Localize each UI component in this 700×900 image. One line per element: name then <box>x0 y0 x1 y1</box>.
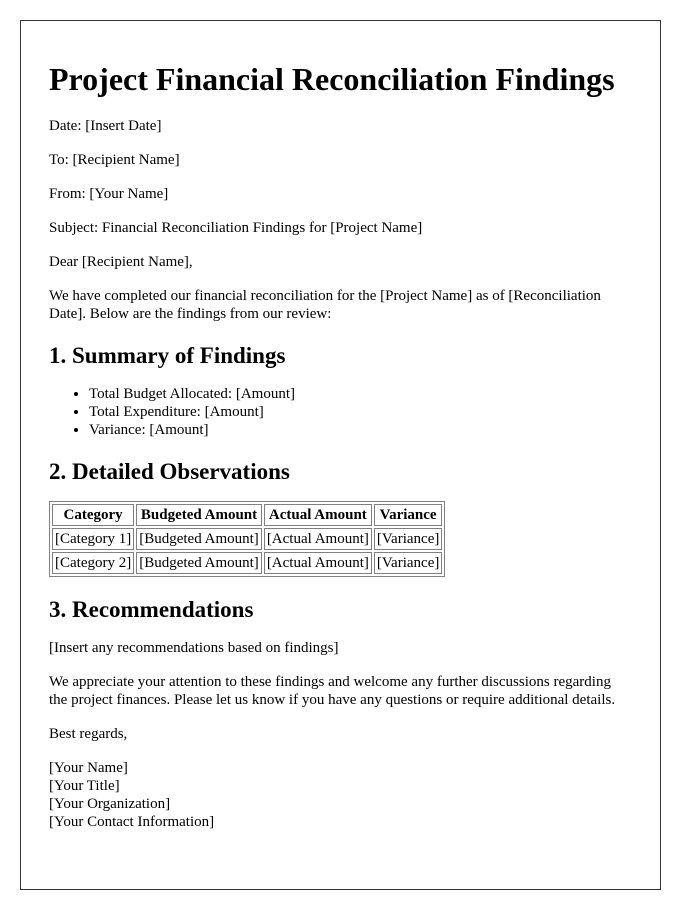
to-line: To: [Recipient Name] <box>49 152 180 168</box>
table-header-row: Category Budgeted Amount Actual Amount V… <box>52 504 443 526</box>
table-cell: [Budgeted Amount] <box>136 552 262 574</box>
intro-paragraph: We have completed our financial reconcil… <box>49 288 601 322</box>
column-header: Category <box>52 504 135 526</box>
summary-heading: 1. Summary of Findings <box>49 343 286 368</box>
table-cell: [Budgeted Amount] <box>136 528 262 550</box>
from-line: From: [Your Name] <box>49 186 169 202</box>
list-item: Total Expenditure: [Amount] <box>89 403 632 421</box>
date-line: Date: [Insert Date] <box>49 118 162 134</box>
table-cell: [Category 1] <box>52 528 135 550</box>
summary-list: Total Budget Allocated: [Amount] Total E… <box>49 385 632 439</box>
column-header: Variance <box>373 504 443 526</box>
signature-contact: [Your Contact Information] <box>49 814 215 830</box>
table-cell: [Variance] <box>373 552 443 574</box>
column-header: Budgeted Amount <box>136 504 262 526</box>
signature-title: [Your Title] <box>49 778 120 794</box>
recommendations-text: [Insert any recommendations based on fin… <box>49 640 339 656</box>
table-cell: [Category 2] <box>52 552 135 574</box>
table-row: [Category 2] [Budgeted Amount] [Actual A… <box>52 552 443 574</box>
signature-block: [Your Name] [Your Title] [Your Organizat… <box>49 759 632 831</box>
letter: Project Financial Reconciliation Finding… <box>20 20 661 890</box>
page-title: Project Financial Reconciliation Finding… <box>49 61 615 97</box>
recommendations-heading: 3. Recommendations <box>49 597 254 622</box>
observations-heading: 2. Detailed Observations <box>49 459 290 484</box>
closing-paragraph: We appreciate your attention to these fi… <box>49 674 616 708</box>
signature-name: [Your Name] <box>49 760 128 776</box>
table-cell: [Actual Amount] <box>263 552 372 574</box>
observations-table: Category Budgeted Amount Actual Amount V… <box>49 501 446 577</box>
column-header: Actual Amount <box>263 504 372 526</box>
list-item: Variance: [Amount] <box>89 421 632 439</box>
list-item: Total Budget Allocated: [Amount] <box>89 385 632 403</box>
table-cell: [Variance] <box>373 528 443 550</box>
signoff: Best regards, <box>49 726 128 742</box>
salutation: Dear [Recipient Name], <box>49 254 193 270</box>
table-row: [Category 1] [Budgeted Amount] [Actual A… <box>52 528 443 550</box>
subject-line: Subject: Financial Reconciliation Findin… <box>49 220 423 236</box>
table-cell: [Actual Amount] <box>263 528 372 550</box>
signature-organization: [Your Organization] <box>49 796 171 812</box>
